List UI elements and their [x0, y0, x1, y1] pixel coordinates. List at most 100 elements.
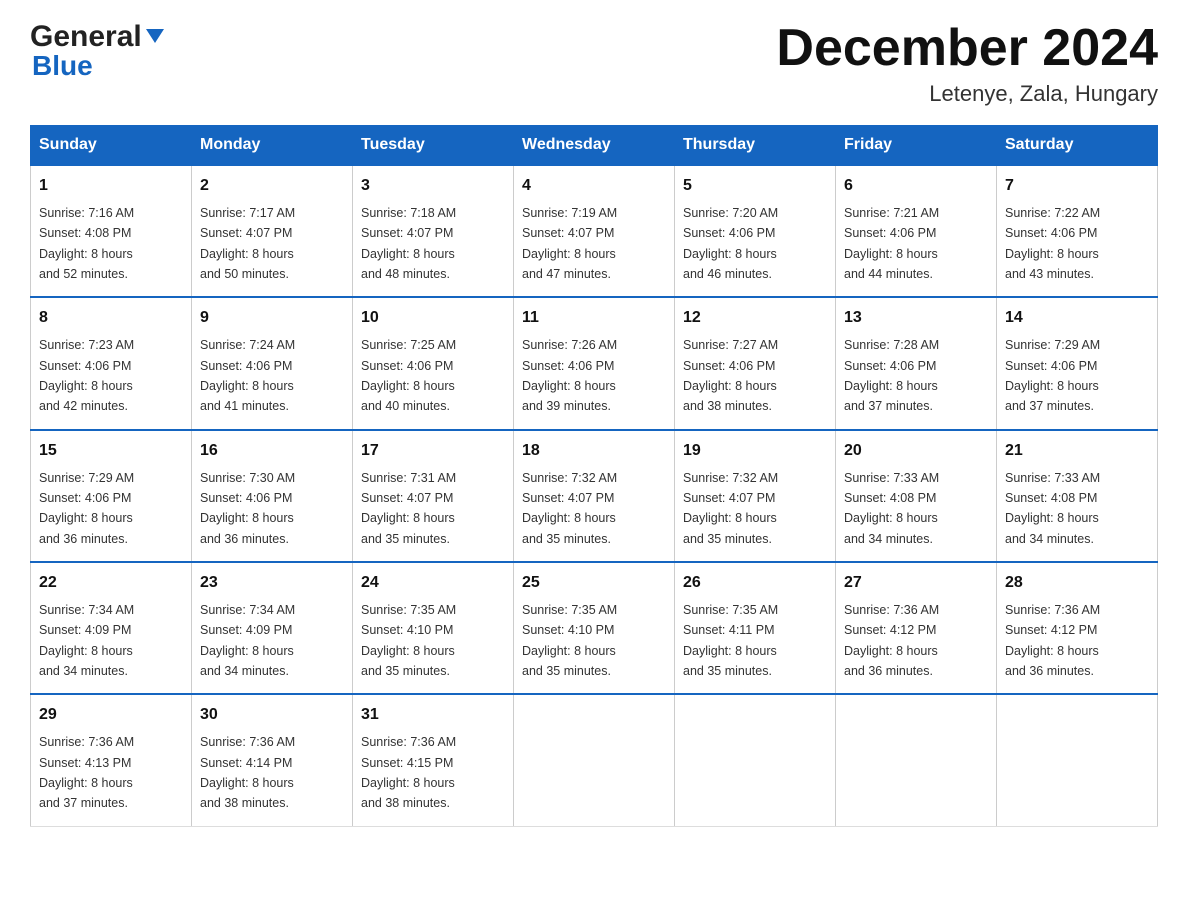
day-info: Sunrise: 7:35 AMSunset: 4:10 PMDaylight:… [522, 603, 617, 678]
day-number: 7 [1005, 174, 1149, 199]
calendar-cell: 31 Sunrise: 7:36 AMSunset: 4:15 PMDaylig… [353, 694, 514, 826]
calendar-cell: 16 Sunrise: 7:30 AMSunset: 4:06 PMDaylig… [192, 430, 353, 562]
calendar-cell: 30 Sunrise: 7:36 AMSunset: 4:14 PMDaylig… [192, 694, 353, 826]
calendar-cell: 1 Sunrise: 7:16 AMSunset: 4:08 PMDayligh… [31, 165, 192, 297]
month-title: December 2024 [776, 20, 1158, 77]
calendar-cell: 13 Sunrise: 7:28 AMSunset: 4:06 PMDaylig… [836, 297, 997, 429]
day-info: Sunrise: 7:25 AMSunset: 4:06 PMDaylight:… [361, 338, 456, 413]
day-info: Sunrise: 7:19 AMSunset: 4:07 PMDaylight:… [522, 206, 617, 281]
day-number: 10 [361, 306, 505, 331]
calendar-cell: 7 Sunrise: 7:22 AMSunset: 4:06 PMDayligh… [997, 165, 1158, 297]
day-info: Sunrise: 7:27 AMSunset: 4:06 PMDaylight:… [683, 338, 778, 413]
calendar-cell: 6 Sunrise: 7:21 AMSunset: 4:06 PMDayligh… [836, 165, 997, 297]
day-number: 12 [683, 306, 827, 331]
day-number: 13 [844, 306, 988, 331]
day-info: Sunrise: 7:23 AMSunset: 4:06 PMDaylight:… [39, 338, 134, 413]
day-number: 21 [1005, 439, 1149, 464]
calendar-cell: 25 Sunrise: 7:35 AMSunset: 4:10 PMDaylig… [514, 562, 675, 694]
calendar-cell: 12 Sunrise: 7:27 AMSunset: 4:06 PMDaylig… [675, 297, 836, 429]
header-tuesday: Tuesday [353, 126, 514, 166]
day-number: 11 [522, 306, 666, 331]
calendar-cell: 27 Sunrise: 7:36 AMSunset: 4:12 PMDaylig… [836, 562, 997, 694]
day-info: Sunrise: 7:32 AMSunset: 4:07 PMDaylight:… [522, 471, 617, 546]
day-number: 2 [200, 174, 344, 199]
day-number: 6 [844, 174, 988, 199]
day-number: 4 [522, 174, 666, 199]
calendar-table: SundayMondayTuesdayWednesdayThursdayFrid… [30, 125, 1158, 826]
day-number: 19 [683, 439, 827, 464]
day-info: Sunrise: 7:31 AMSunset: 4:07 PMDaylight:… [361, 471, 456, 546]
day-info: Sunrise: 7:36 AMSunset: 4:13 PMDaylight:… [39, 735, 134, 810]
day-number: 31 [361, 703, 505, 728]
calendar-cell: 29 Sunrise: 7:36 AMSunset: 4:13 PMDaylig… [31, 694, 192, 826]
calendar-cell: 24 Sunrise: 7:35 AMSunset: 4:10 PMDaylig… [353, 562, 514, 694]
day-info: Sunrise: 7:36 AMSunset: 4:12 PMDaylight:… [1005, 603, 1100, 678]
calendar-cell: 26 Sunrise: 7:35 AMSunset: 4:11 PMDaylig… [675, 562, 836, 694]
calendar-cell: 23 Sunrise: 7:34 AMSunset: 4:09 PMDaylig… [192, 562, 353, 694]
calendar-cell: 8 Sunrise: 7:23 AMSunset: 4:06 PMDayligh… [31, 297, 192, 429]
calendar-week-3: 15 Sunrise: 7:29 AMSunset: 4:06 PMDaylig… [31, 430, 1158, 562]
day-info: Sunrise: 7:18 AMSunset: 4:07 PMDaylight:… [361, 206, 456, 281]
calendar-cell: 9 Sunrise: 7:24 AMSunset: 4:06 PMDayligh… [192, 297, 353, 429]
calendar-cell: 15 Sunrise: 7:29 AMSunset: 4:06 PMDaylig… [31, 430, 192, 562]
day-number: 14 [1005, 306, 1149, 331]
calendar-cell [514, 694, 675, 826]
day-number: 15 [39, 439, 183, 464]
calendar-week-5: 29 Sunrise: 7:36 AMSunset: 4:13 PMDaylig… [31, 694, 1158, 826]
day-info: Sunrise: 7:35 AMSunset: 4:10 PMDaylight:… [361, 603, 456, 678]
header-saturday: Saturday [997, 126, 1158, 166]
calendar-cell [675, 694, 836, 826]
calendar-header-row: SundayMondayTuesdayWednesdayThursdayFrid… [31, 126, 1158, 166]
logo-arrow-icon [144, 25, 166, 52]
calendar-week-2: 8 Sunrise: 7:23 AMSunset: 4:06 PMDayligh… [31, 297, 1158, 429]
day-info: Sunrise: 7:21 AMSunset: 4:06 PMDaylight:… [844, 206, 939, 281]
day-number: 9 [200, 306, 344, 331]
day-number: 17 [361, 439, 505, 464]
day-number: 22 [39, 571, 183, 596]
logo-blue-text: Blue [32, 50, 93, 82]
calendar-cell: 11 Sunrise: 7:26 AMSunset: 4:06 PMDaylig… [514, 297, 675, 429]
calendar-cell: 14 Sunrise: 7:29 AMSunset: 4:06 PMDaylig… [997, 297, 1158, 429]
calendar-cell: 10 Sunrise: 7:25 AMSunset: 4:06 PMDaylig… [353, 297, 514, 429]
day-info: Sunrise: 7:33 AMSunset: 4:08 PMDaylight:… [844, 471, 939, 546]
day-info: Sunrise: 7:32 AMSunset: 4:07 PMDaylight:… [683, 471, 778, 546]
day-info: Sunrise: 7:29 AMSunset: 4:06 PMDaylight:… [1005, 338, 1100, 413]
day-info: Sunrise: 7:24 AMSunset: 4:06 PMDaylight:… [200, 338, 295, 413]
day-number: 27 [844, 571, 988, 596]
day-number: 18 [522, 439, 666, 464]
day-number: 16 [200, 439, 344, 464]
day-info: Sunrise: 7:30 AMSunset: 4:06 PMDaylight:… [200, 471, 295, 546]
location-label: Letenye, Zala, Hungary [776, 81, 1158, 107]
day-number: 8 [39, 306, 183, 331]
calendar-cell: 20 Sunrise: 7:33 AMSunset: 4:08 PMDaylig… [836, 430, 997, 562]
calendar-week-4: 22 Sunrise: 7:34 AMSunset: 4:09 PMDaylig… [31, 562, 1158, 694]
calendar-cell: 3 Sunrise: 7:18 AMSunset: 4:07 PMDayligh… [353, 165, 514, 297]
calendar-cell: 21 Sunrise: 7:33 AMSunset: 4:08 PMDaylig… [997, 430, 1158, 562]
logo: General Blue [30, 20, 166, 82]
day-info: Sunrise: 7:29 AMSunset: 4:06 PMDaylight:… [39, 471, 134, 546]
day-info: Sunrise: 7:33 AMSunset: 4:08 PMDaylight:… [1005, 471, 1100, 546]
title-area: December 2024 Letenye, Zala, Hungary [776, 20, 1158, 107]
day-info: Sunrise: 7:16 AMSunset: 4:08 PMDaylight:… [39, 206, 134, 281]
day-info: Sunrise: 7:36 AMSunset: 4:14 PMDaylight:… [200, 735, 295, 810]
day-number: 1 [39, 174, 183, 199]
header-thursday: Thursday [675, 126, 836, 166]
day-info: Sunrise: 7:26 AMSunset: 4:06 PMDaylight:… [522, 338, 617, 413]
day-info: Sunrise: 7:20 AMSunset: 4:06 PMDaylight:… [683, 206, 778, 281]
calendar-cell: 2 Sunrise: 7:17 AMSunset: 4:07 PMDayligh… [192, 165, 353, 297]
calendar-cell: 28 Sunrise: 7:36 AMSunset: 4:12 PMDaylig… [997, 562, 1158, 694]
calendar-cell: 4 Sunrise: 7:19 AMSunset: 4:07 PMDayligh… [514, 165, 675, 297]
calendar-cell: 19 Sunrise: 7:32 AMSunset: 4:07 PMDaylig… [675, 430, 836, 562]
day-info: Sunrise: 7:36 AMSunset: 4:15 PMDaylight:… [361, 735, 456, 810]
day-number: 23 [200, 571, 344, 596]
logo-general-text: General [30, 20, 142, 54]
day-info: Sunrise: 7:34 AMSunset: 4:09 PMDaylight:… [39, 603, 134, 678]
header-wednesday: Wednesday [514, 126, 675, 166]
calendar-cell: 17 Sunrise: 7:31 AMSunset: 4:07 PMDaylig… [353, 430, 514, 562]
day-number: 5 [683, 174, 827, 199]
header-friday: Friday [836, 126, 997, 166]
day-number: 30 [200, 703, 344, 728]
day-info: Sunrise: 7:35 AMSunset: 4:11 PMDaylight:… [683, 603, 778, 678]
day-number: 28 [1005, 571, 1149, 596]
day-info: Sunrise: 7:17 AMSunset: 4:07 PMDaylight:… [200, 206, 295, 281]
